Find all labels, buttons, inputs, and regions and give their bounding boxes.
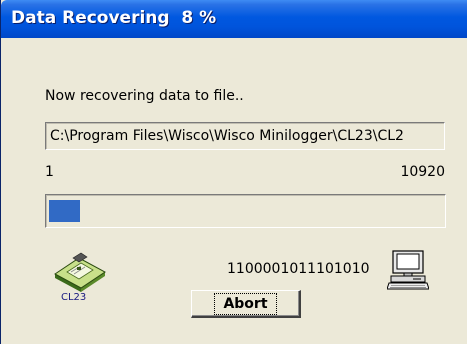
abort-button-label: Abort [214,292,277,315]
window-title: Data Recovering 8 % [11,8,217,28]
abort-button[interactable]: Abort [191,290,301,318]
file-path-field: C:\Program Files\Wisco\Wisco Minilogger\… [45,122,445,150]
computer-icon [386,250,430,290]
progress-bar-fill [49,200,80,222]
status-message: Now recovering data to file.. [45,88,244,104]
progress-min-label: 1 [45,164,54,180]
logger-device-icon [51,248,109,292]
progress-max-label: 10920 [400,164,445,180]
progress-dialog: Data Recovering 8 % Now recovering data … [0,0,467,344]
title-bar[interactable]: Data Recovering 8 % [1,0,467,38]
transfer-bits: 1100001011101010 [227,261,370,277]
progress-bar [45,194,446,228]
device-label: CL23 [61,292,87,303]
